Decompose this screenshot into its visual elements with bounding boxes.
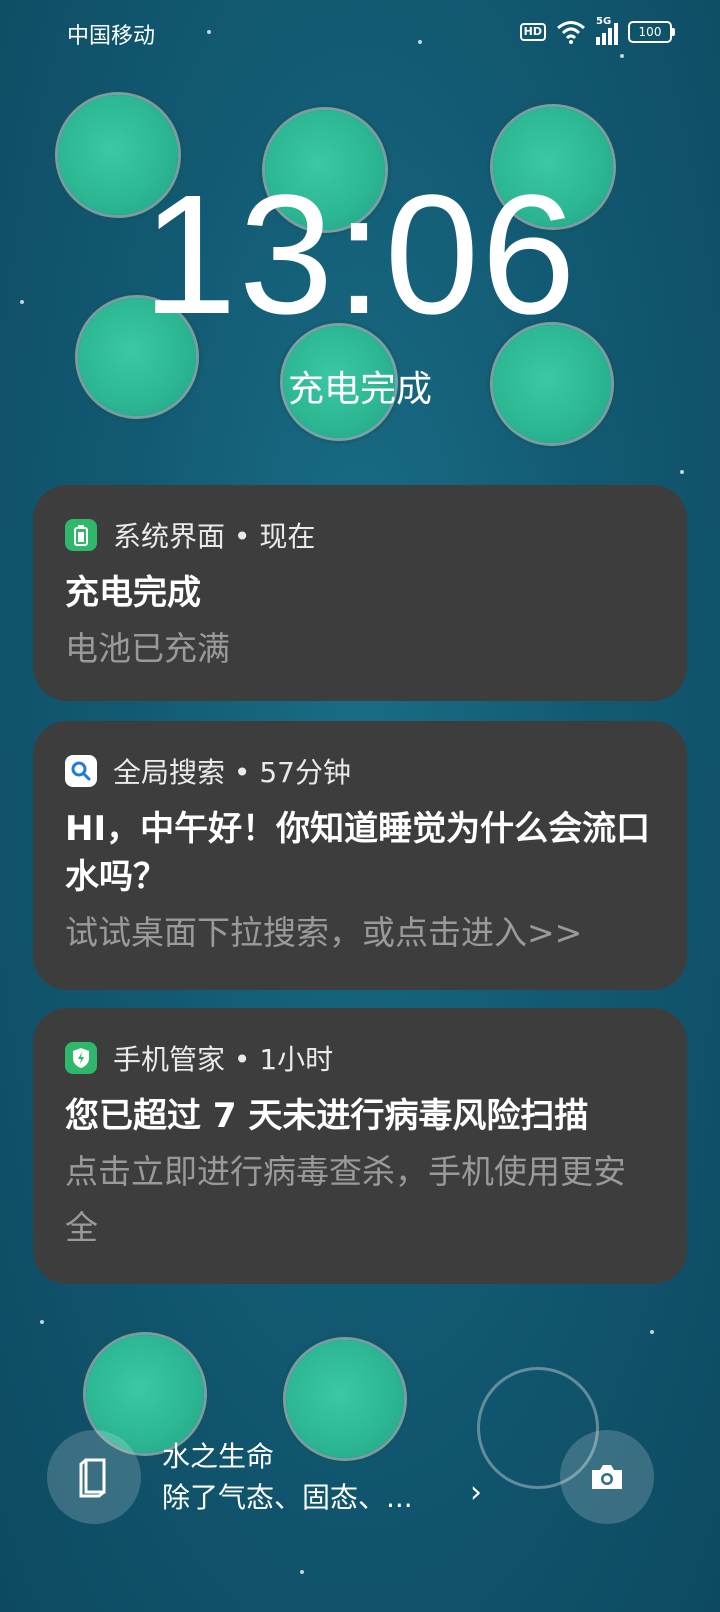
magazine-button[interactable] — [47, 1430, 141, 1524]
notification-body: 点击立即进行病毒查杀，手机使用更安全 — [65, 1152, 626, 1247]
notification-body: 电池已充满 — [65, 629, 230, 668]
magazine-icon — [79, 1458, 106, 1498]
carrier-name: 中国移动 — [67, 24, 156, 49]
chevron-right-icon[interactable]: › — [470, 1475, 482, 1510]
magazine-description[interactable]: 除了气态、固态、... — [162, 1476, 413, 1516]
shield-icon — [65, 1042, 97, 1074]
network-type: 5G — [596, 16, 612, 27]
wifi-icon — [557, 21, 585, 44]
hd-icon: HD — [519, 23, 546, 41]
notification-body: 试试桌面下拉搜索，或点击进入>> — [65, 913, 583, 952]
notification-title: 充电完成 — [65, 573, 201, 613]
notification-title: HI，中午好！你知道睡觉为什么会流口水吗？ — [65, 809, 651, 897]
notification-header: 全局搜索 • 57分钟 — [65, 753, 657, 789]
battery-icon — [65, 519, 97, 551]
status-icons: HD 5G 100 — [519, 16, 675, 46]
lockscreen-clock: 13:06 — [142, 160, 578, 350]
notification-title: 您已超过 7 天未进行病毒风险扫描 — [65, 1096, 589, 1136]
notification-card[interactable]: 全局搜索 • 57分钟 HI，中午好！你知道睡觉为什么会流口水吗？ 试试桌面下拉… — [33, 721, 687, 990]
notification-app-name: 系统界面 • 现在 — [113, 520, 316, 553]
notification-card[interactable]: 手机管家 • 1小时 您已超过 7 天未进行病毒风险扫描 点击立即进行病毒查杀，… — [33, 1008, 687, 1284]
battery-icon: 100 — [628, 21, 675, 43]
camera-button[interactable] — [560, 1430, 654, 1524]
charge-status: 充电完成 — [287, 369, 432, 410]
magazine-title[interactable]: 水之生命 — [162, 1435, 274, 1475]
status-bar: 中国移动 HD 5G 100 — [0, 0, 720, 64]
notification-app-name: 手机管家 • 1小时 — [113, 1043, 334, 1076]
notification-header: 手机管家 • 1小时 — [65, 1040, 657, 1076]
notification-app-name: 全局搜索 • 57分钟 — [113, 756, 351, 789]
signal-icon: 5G — [596, 16, 618, 45]
camera-icon — [592, 1465, 622, 1489]
lockscreen-bottom-bar: 水之生命 除了气态、固态、... › — [0, 1430, 720, 1612]
notification-header: 系统界面 • 现在 — [65, 517, 657, 553]
notification-card[interactable]: 系统界面 • 现在 充电完成 电池已充满 — [33, 485, 687, 701]
search-icon — [65, 755, 97, 787]
